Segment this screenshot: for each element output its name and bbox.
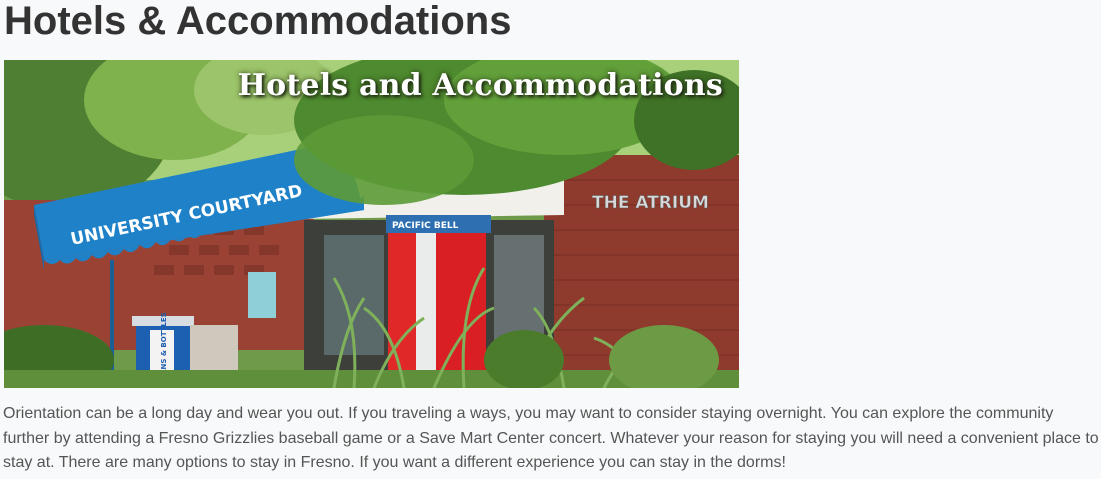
intro-paragraph: Orientation can be a long day and wear y…	[3, 405, 1099, 471]
building-sign: THE ATRIUM	[592, 193, 709, 213]
hero-overlay-title: Hotels and Accommodations	[237, 68, 723, 103]
phone-sign: PACIFIC BELL	[392, 221, 459, 231]
hotel-photo: THE ATRIUM PACIFIC BELL UNIVERSITY COURT…	[4, 60, 739, 388]
page-title: Hotels & Accommodations	[4, 0, 512, 43]
bin-label: CANS & BOTTLES	[160, 312, 168, 380]
hero-image: THE ATRIUM PACIFIC BELL UNIVERSITY COURT…	[4, 60, 739, 388]
